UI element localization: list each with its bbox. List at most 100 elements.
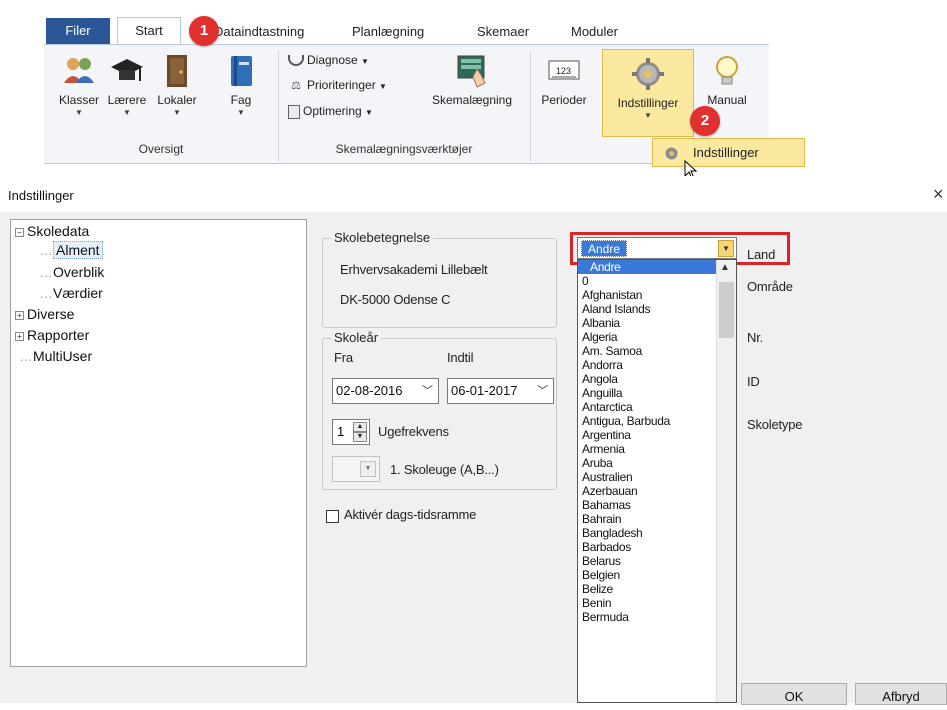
chevron-down-icon: ▼ (365, 108, 373, 117)
country-list-item[interactable]: Benin (578, 596, 716, 610)
collapse-icon[interactable]: − (15, 227, 24, 237)
fra-date-picker[interactable]: 02-08-2016 ﹀ (332, 378, 439, 404)
country-list-item[interactable]: Argentina (578, 428, 716, 442)
fra-label: Fra (334, 350, 353, 365)
country-list-item[interactable]: Andre (578, 260, 716, 274)
optimering-button[interactable]: Optimering ▼ (288, 104, 373, 119)
country-list-item[interactable]: Antigua, Barbuda (578, 414, 716, 428)
laerere-button[interactable]: Lærere ▼ (104, 53, 150, 117)
chevron-down-icon: ▼ (644, 111, 652, 120)
door-icon (167, 55, 187, 87)
tab-planlaegning[interactable]: Planlægning (352, 20, 424, 44)
lokaler-button[interactable]: Lokaler ▼ (154, 53, 200, 117)
tab-dataindtastning[interactable]: Dataindtastning (214, 20, 304, 44)
ugefrekvens-spinner[interactable]: 1 ▲ ▼ (332, 419, 370, 445)
skoleuge-label: 1. Skoleuge (A,B...) (390, 462, 499, 477)
dagstid-checkbox[interactable] (326, 510, 339, 523)
tree-node-label: Skoledata (27, 223, 90, 239)
country-list-item[interactable]: Albania (578, 316, 716, 330)
tree-node-diverse[interactable]: + Diverse (15, 306, 74, 322)
scrollbar-thumb[interactable] (719, 282, 734, 338)
tree-node-label: Alment (53, 241, 103, 259)
school-name-line1: Erhvervsakademi Lillebælt (340, 262, 488, 277)
tree-node-rapporter[interactable]: + Rapporter (15, 327, 89, 343)
tree-node-label: Overblik (53, 264, 105, 280)
perioder-button[interactable]: 123 Perioder (534, 53, 594, 107)
country-list-item[interactable]: Azerbauan (578, 484, 716, 498)
country-list-item[interactable]: Belize (578, 582, 716, 596)
tab-skemaer[interactable]: Skemaer (477, 20, 529, 44)
tab-moduler[interactable]: Moduler (571, 20, 618, 44)
tree-node-overblik[interactable]: …Overblik (39, 264, 104, 280)
chevron-down-icon[interactable]: ﹀ (537, 379, 548, 403)
perioder-label: Perioder (541, 93, 587, 107)
klasser-button[interactable]: Klasser ▼ (56, 53, 102, 117)
dialog-titlebar: Indstillinger × (0, 176, 947, 212)
indstillinger-menu-label: Indstillinger (693, 145, 759, 160)
country-dropdown-list[interactable]: Andre 0 Afghanistan Aland Islands Albania Alg… (577, 259, 737, 703)
ribbon: Filer Start Dataindtastning Planlægning … (44, 0, 805, 170)
indtil-date-picker[interactable]: 06-01-2017 ﹀ (447, 378, 554, 404)
id-label: ID (747, 374, 760, 389)
scroll-up-icon[interactable]: ▲ (720, 262, 730, 273)
chevron-down-icon: ▼ (75, 108, 83, 117)
stethoscope-icon (288, 55, 304, 67)
country-list-item[interactable]: Belarus (578, 554, 716, 568)
chevron-down-icon: ▼ (361, 57, 369, 66)
spin-up-icon[interactable]: ▲ (353, 422, 367, 432)
country-list-item[interactable]: Aruba (578, 456, 716, 470)
indstillinger-button[interactable]: Indstillinger ▼ (602, 49, 694, 137)
country-list-item[interactable]: 0 (578, 274, 716, 288)
chevron-down-icon: ▼ (173, 108, 181, 117)
chevron-down-icon[interactable]: ﹀ (422, 379, 433, 403)
tab-start[interactable]: Start (117, 17, 181, 45)
indstillinger-menu-item[interactable]: Indstillinger (652, 138, 805, 167)
tree-node-skoledata[interactable]: − Skoledata (15, 223, 89, 239)
country-list-item[interactable]: Bermuda (578, 610, 716, 624)
prioriteringer-button[interactable]: ⚖ Prioriteringer ▼ (288, 78, 387, 93)
scrollbar[interactable]: ▲ (716, 260, 736, 702)
country-list-item[interactable]: Bahamas (578, 498, 716, 512)
tree-node-label: MultiUser (33, 348, 93, 364)
country-list-item[interactable]: Angola (578, 372, 716, 386)
expand-icon[interactable]: + (15, 331, 24, 341)
country-list-item[interactable]: Barbados (578, 540, 716, 554)
tree-node-multiuser[interactable]: …MultiUser (15, 348, 92, 364)
gear-icon (665, 147, 678, 160)
cancel-button[interactable]: Afbryd (855, 683, 947, 705)
ugefrekvens-label: Ugefrekvens (378, 424, 449, 439)
country-list-item[interactable]: Armenia (578, 442, 716, 456)
skemalaegning-button[interactable]: Skemalægning (424, 53, 520, 107)
country-list-item[interactable]: Belgien (578, 568, 716, 582)
calculator-icon (288, 104, 300, 119)
spin-down-icon[interactable]: ▼ (353, 432, 367, 442)
ok-button[interactable]: OK (741, 683, 847, 705)
country-list-item[interactable]: Afghanistan (578, 288, 716, 302)
country-list-item[interactable]: Aland Islands (578, 302, 716, 316)
country-list-item[interactable]: Algeria (578, 330, 716, 344)
step-badge-2: 2 (690, 106, 720, 136)
country-list-item[interactable]: Antarctica (578, 400, 716, 414)
country-list-item[interactable]: Andorra (578, 358, 716, 372)
tree-node-vaerdier[interactable]: …Værdier (39, 285, 103, 301)
country-list-item[interactable]: Bahrain (578, 512, 716, 526)
skoleuge-select[interactable]: ▼ (332, 456, 380, 482)
svg-text:123: 123 (556, 66, 571, 76)
skoleaar-group: Skoleår Fra Indtil 02-08-2016 ﹀ 06-01-20… (322, 330, 557, 490)
period-icon: 123 (548, 60, 580, 80)
fag-button[interactable]: Fag ▼ (221, 53, 261, 117)
country-list-item[interactable]: Am. Samoa (578, 344, 716, 358)
settings-tree[interactable]: − Skoledata … Alment …Overblik …Værdier + D… (10, 219, 307, 667)
country-list-item[interactable]: Bangladesh (578, 526, 716, 540)
close-icon[interactable]: × (933, 184, 944, 205)
country-list-item[interactable]: Anguilla (578, 386, 716, 400)
country-list-item[interactable]: Australien (578, 470, 716, 484)
graduation-cap-icon (111, 59, 143, 81)
manual-button[interactable]: Manual (696, 53, 758, 107)
diagnose-button[interactable]: Diagnose ▼ (288, 53, 369, 67)
schedule-touch-icon (457, 55, 486, 88)
chevron-down-icon[interactable]: ▼ (360, 461, 376, 477)
tab-filer[interactable]: Filer (46, 18, 110, 44)
tree-node-alment[interactable]: … Alment (39, 241, 103, 259)
expand-icon[interactable]: + (15, 310, 24, 320)
